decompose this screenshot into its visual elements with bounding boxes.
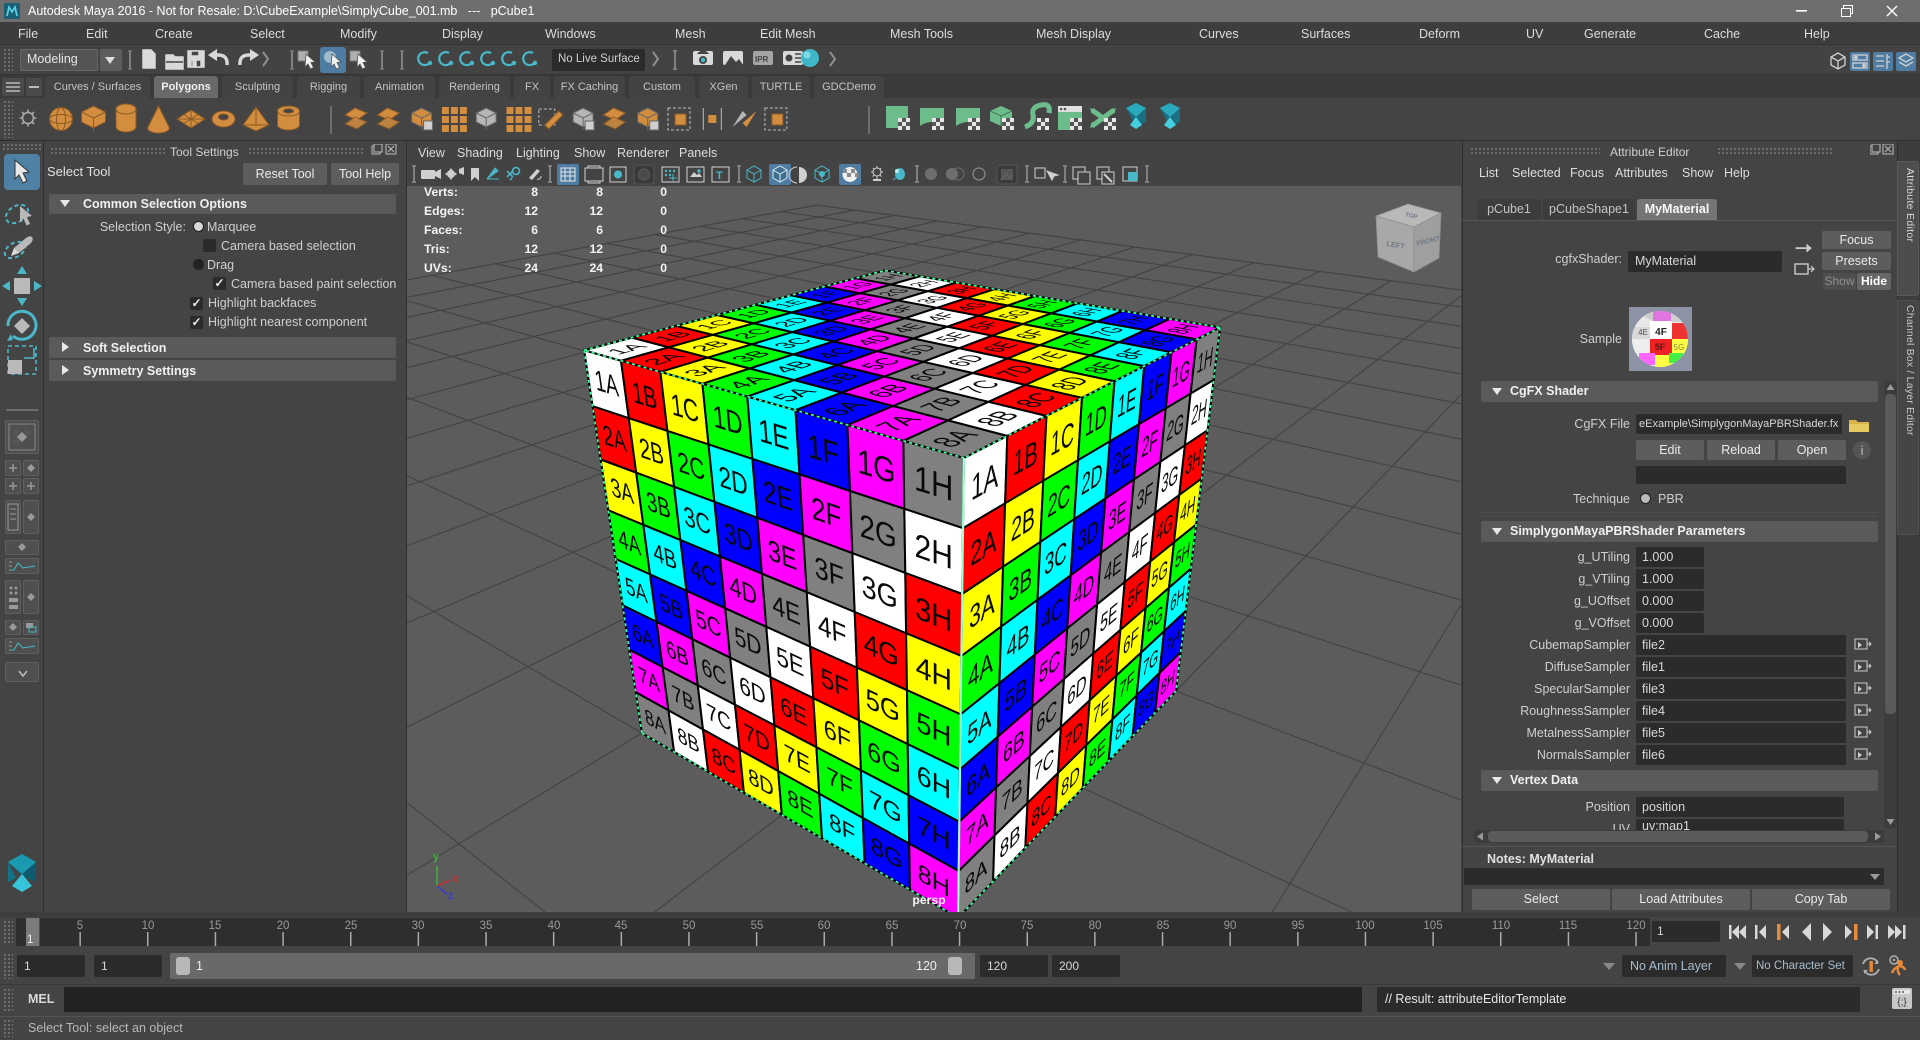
svg-text:6: 6 [531,223,538,237]
svg-text:1: 1 [27,934,33,946]
svg-text:UVs:: UVs: [424,261,452,275]
svg-text:35: 35 [480,920,493,932]
svg-text:120: 120 [1626,920,1645,932]
svg-text:80: 80 [1089,920,1102,932]
svg-text:{;}: {;} [1897,997,1907,1008]
svg-text:75: 75 [1021,920,1034,932]
svg-text:4E: 4E [1638,328,1648,337]
svg-text:10: 10 [142,920,155,932]
svg-text:50: 50 [683,920,696,932]
svg-text:5: 5 [77,920,83,932]
svg-text:40: 40 [548,920,561,932]
svg-text:100: 100 [1355,920,1374,932]
svg-text:12: 12 [589,242,603,256]
svg-text:0: 0 [660,223,667,237]
svg-text:70: 70 [954,920,967,932]
svg-text:0: 0 [660,242,667,256]
svg-text:IPR: IPR [755,55,769,64]
svg-text:24: 24 [524,261,538,275]
svg-text:Tris:: Tris: [424,242,450,256]
svg-text:45: 45 [615,920,628,932]
svg-text:24: 24 [589,261,603,275]
svg-text:90: 90 [1224,920,1237,932]
svg-text:Faces:: Faces: [424,223,463,237]
svg-text:Edges:: Edges: [424,204,465,218]
svg-text:x: x [452,873,459,885]
svg-text:105: 105 [1423,920,1442,932]
svg-text:65: 65 [886,920,899,932]
svg-text:6: 6 [596,223,603,237]
svg-text:95: 95 [1292,920,1305,932]
svg-text:25: 25 [345,920,358,932]
svg-text:55: 55 [751,920,764,932]
svg-text:30: 30 [412,920,425,932]
svg-text:persp: persp [912,893,945,907]
svg-text:0: 0 [660,204,667,218]
svg-text:20: 20 [277,920,290,932]
svg-text:0: 0 [660,186,667,199]
svg-text:12: 12 [524,242,538,256]
svg-text:0: 0 [660,261,667,275]
svg-text:i: i [1860,443,1864,458]
svg-text:60: 60 [818,920,831,932]
svg-text:5F: 5F [1655,342,1666,352]
svg-text:85: 85 [1157,920,1170,932]
svg-text:Verts:: Verts: [424,186,458,199]
svg-text:115: 115 [1559,920,1577,932]
svg-text:8: 8 [596,186,603,199]
svg-text:4F: 4F [1655,327,1667,338]
svg-text:110: 110 [1492,920,1510,932]
svg-text:12: 12 [589,204,603,218]
svg-text:z: z [448,890,454,902]
svg-text:5G: 5G [1674,343,1685,352]
svg-text:12: 12 [524,204,538,218]
svg-text:8: 8 [531,186,538,199]
svg-text:y: y [433,851,440,863]
svg-text:T: T [716,170,723,182]
svg-text:15: 15 [209,920,222,932]
